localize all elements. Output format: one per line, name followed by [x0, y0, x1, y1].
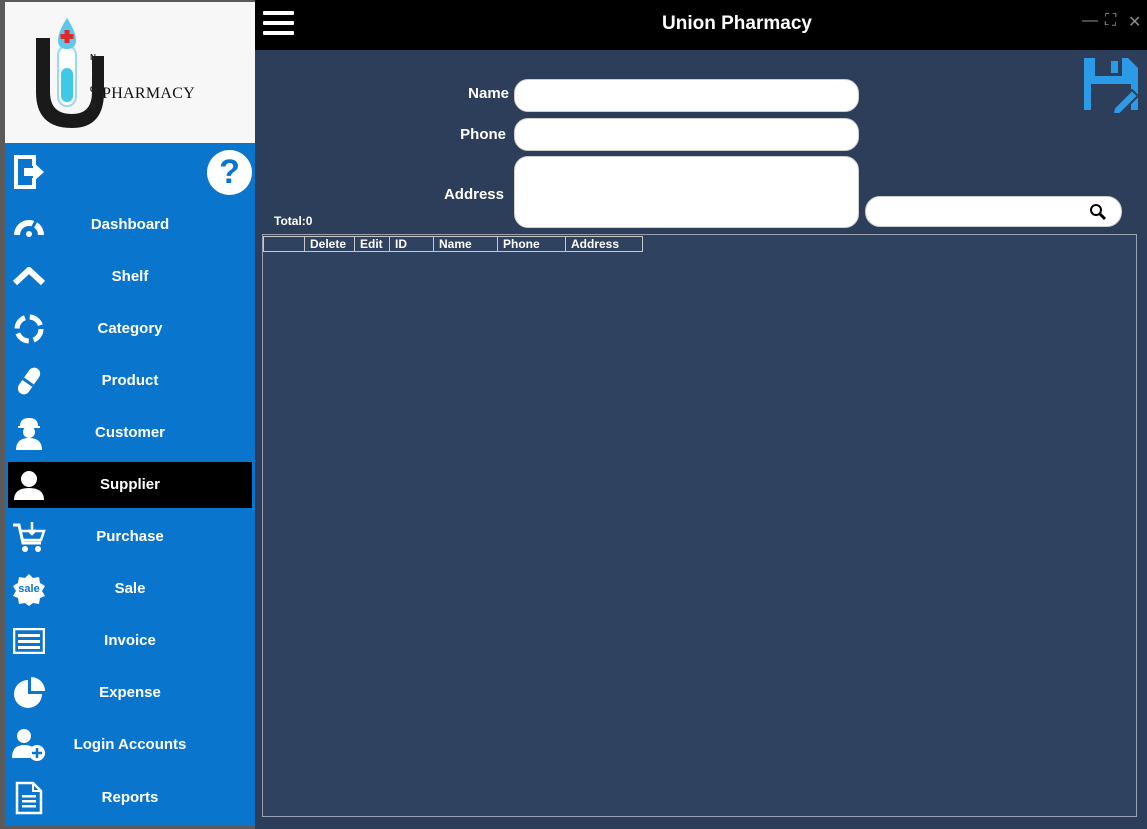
logo-text: PHARMACY	[102, 85, 196, 102]
total-count: Total:0	[274, 214, 313, 228]
address-textarea[interactable]	[514, 156, 859, 228]
sidebar-item-label: Dashboard	[90, 216, 170, 233]
supplier-table[interactable]: Delete Edit ID Name Phone Address	[262, 234, 1137, 817]
sidebar-item-supplier[interactable]: Supplier	[8, 462, 252, 508]
sidebar-item-expense[interactable]: Expense	[8, 670, 252, 716]
address-label: Address	[443, 186, 504, 203]
minimize-button[interactable]: —	[1082, 12, 1098, 30]
maximize-button[interactable]: ⛶	[1105, 12, 1116, 30]
sidebar-item-label: Product	[101, 372, 159, 389]
column-header-address[interactable]: Address	[566, 237, 642, 251]
column-header-phone[interactable]: Phone	[498, 237, 566, 251]
sidebar-item-dashboard[interactable]: Dashboard	[8, 202, 252, 248]
sidebar-item-label: Sale	[114, 580, 146, 597]
sidebar-item-sale[interactable]: sale Sale	[8, 566, 252, 612]
logo-vertical-letters: N I O N	[89, 53, 97, 110]
sidebar-item-label: Customer	[94, 424, 165, 441]
save-edit-icon[interactable]	[1082, 56, 1140, 114]
column-header-name[interactable]: Name	[434, 237, 498, 251]
sidebar-item-label: Shelf	[111, 268, 149, 285]
logo-u-flask-icon	[36, 18, 104, 128]
column-header-select[interactable]	[264, 237, 305, 251]
sidebar-item-product[interactable]: Product	[8, 358, 252, 404]
name-input[interactable]	[514, 79, 859, 112]
sidebar-item-reports[interactable]: Reports	[8, 775, 252, 821]
sidebar-item-customer[interactable]: Customer	[8, 410, 252, 456]
sidebar-item-label: Invoice	[104, 632, 156, 649]
app-title: Union Pharmacy	[662, 13, 812, 34]
sidebar-item-login-accounts[interactable]: Login Accounts	[8, 722, 252, 768]
sidebar-item-label: Expense	[99, 684, 161, 701]
sidebar-item-label: Reports	[101, 789, 159, 806]
column-header-delete[interactable]: Delete	[305, 237, 355, 251]
phone-input[interactable]	[514, 118, 859, 151]
column-header-id[interactable]: ID	[390, 237, 434, 251]
sidebar-item-shelf[interactable]: Shelf	[8, 254, 252, 300]
column-header-edit[interactable]: Edit	[355, 237, 390, 251]
close-button[interactable]: ✕	[1128, 12, 1141, 32]
table-header: Delete Edit ID Name Phone Address	[263, 236, 643, 252]
supplier-panel: Name Phone Address Total:0 Delete Edit I…	[255, 50, 1147, 829]
search-input[interactable]	[876, 201, 1080, 224]
sidebar-item-label: Login Accounts	[73, 736, 187, 753]
title-bar: Union Pharmacy — ⛶ ✕	[255, 0, 1147, 50]
phone-label: Phone	[460, 126, 506, 143]
search-icon[interactable]	[1089, 203, 1107, 221]
help-icon[interactable]: ?	[207, 150, 252, 195]
name-label: Name	[468, 85, 509, 102]
sidebar-item-invoice[interactable]: Invoice	[8, 618, 252, 664]
sidebar-item-label: Category	[97, 320, 163, 337]
sidebar-item-purchase[interactable]: Purchase	[8, 514, 252, 560]
logout-icon[interactable]	[11, 152, 45, 192]
sidebar-item-category[interactable]: Category	[8, 306, 252, 352]
sidebar: N I O N PHARMACY ? Dashboard Shelf Categ…	[5, 2, 255, 826]
sidebar-item-label: Supplier	[99, 476, 160, 493]
sidebar-item-label: Purchase	[96, 528, 164, 545]
search-box	[865, 196, 1122, 227]
logo: N I O N PHARMACY	[5, 2, 255, 143]
